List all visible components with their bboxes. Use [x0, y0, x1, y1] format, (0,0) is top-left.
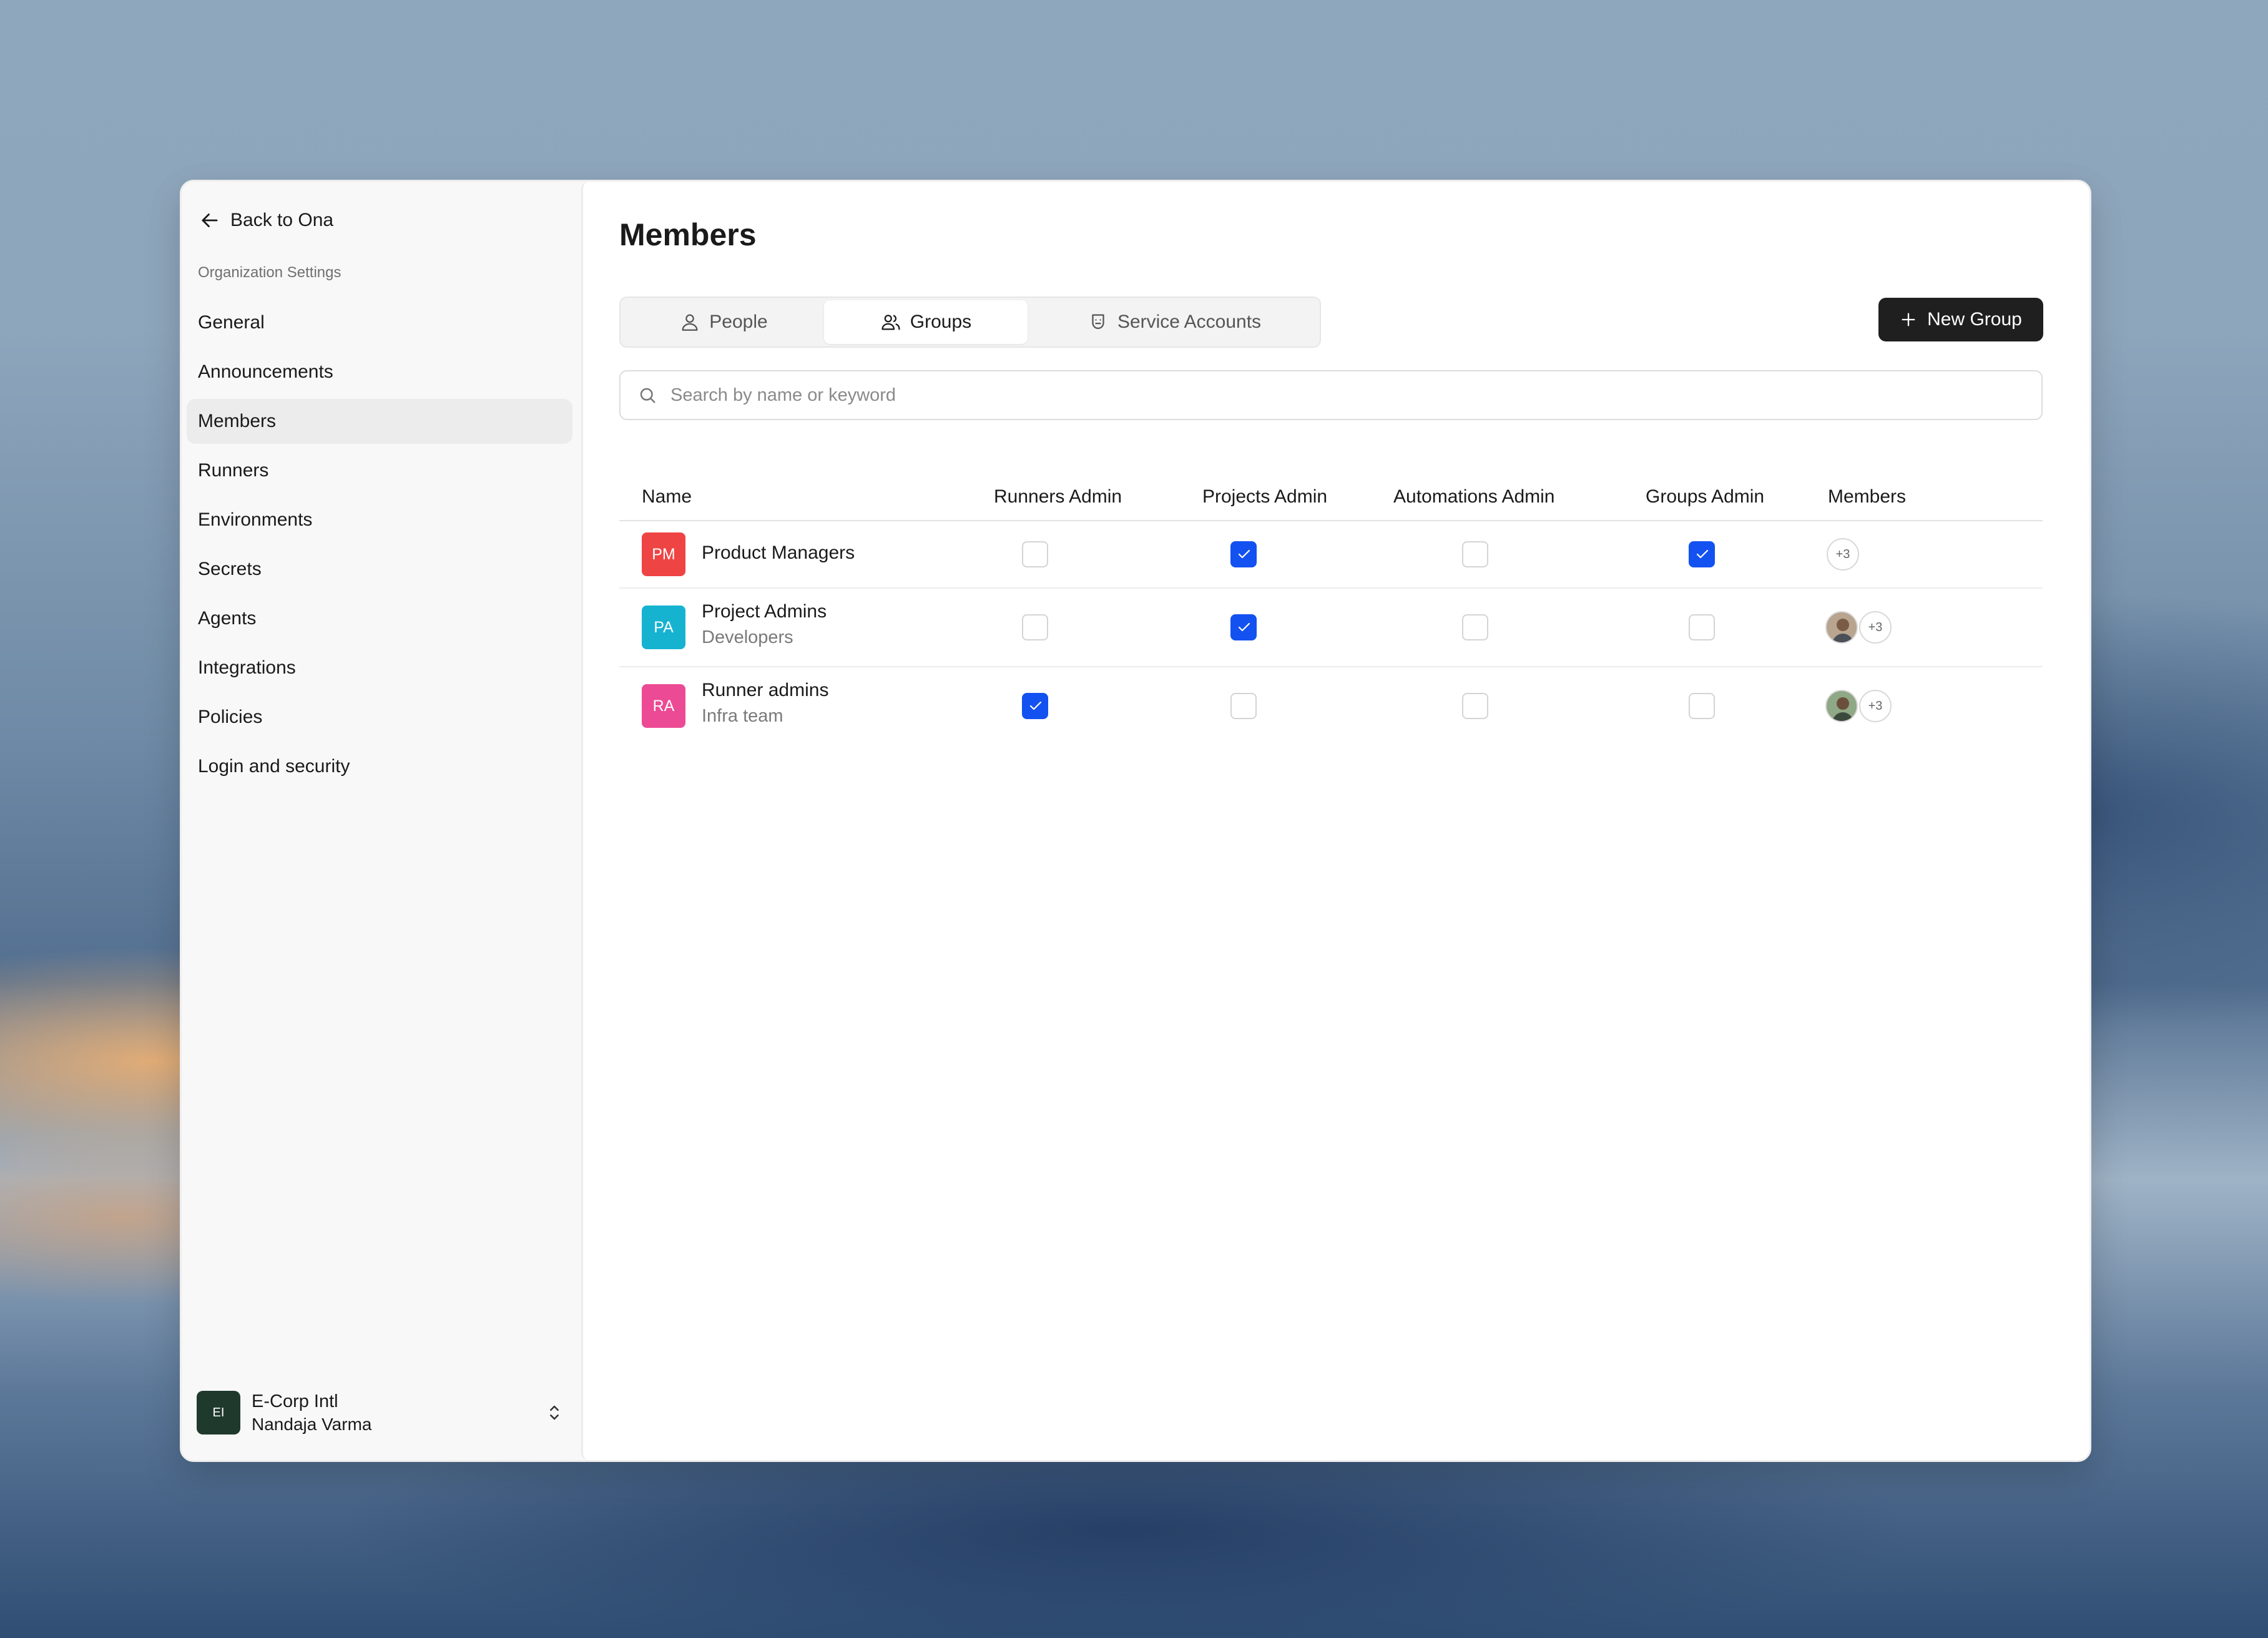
sidebar-nav: General Announcements Members Runners En… — [187, 300, 572, 793]
tab-service-accounts[interactable]: Service Accounts — [1028, 300, 1321, 344]
group-subtitle: Infra team — [702, 706, 783, 726]
group-badge: RA — [642, 684, 685, 728]
shield-bot-icon — [1092, 314, 1104, 329]
sidebar-item-label: Runners — [198, 460, 269, 481]
group-name-block: Runner admins Infra team — [702, 680, 828, 727]
sidebar-item-label: Members — [198, 411, 277, 431]
sidebar-item-announcements[interactable]: Announcements — [187, 350, 572, 395]
tab-label: People — [709, 311, 768, 332]
group-name: Project Admins — [702, 601, 827, 622]
group-name: Runner admins — [702, 680, 829, 700]
projects-admin-checkbox[interactable] — [1230, 693, 1257, 719]
projects-admin-checkbox[interactable] — [1230, 614, 1257, 640]
group-name: Product Managers — [702, 542, 855, 563]
sidebar-item-label: Integrations — [198, 657, 296, 678]
sidebar: Back to Ona Organization Settings Genera… — [182, 182, 581, 1460]
column-header-members: Members — [1828, 486, 1907, 507]
table-row[interactable]: RA Runner admins Infra team +3 — [619, 667, 2043, 745]
tab-people[interactable]: People — [623, 300, 824, 344]
group-subtitle: Developers — [702, 627, 793, 647]
tab-bar: People Groups Service Accounts — [619, 297, 1321, 348]
groups-table: Name Runners Admin Projects Admin Automa… — [619, 475, 2043, 745]
plus-icon — [1902, 313, 1915, 326]
page-title: Members — [619, 217, 757, 252]
group-name-block: Project Admins Developers — [702, 601, 827, 648]
settings-window: Back to Ona Organization Settings Genera… — [180, 180, 2091, 1462]
groups-admin-checkbox[interactable] — [1689, 614, 1715, 640]
arrow-left-icon — [202, 213, 218, 227]
table-header: Name Runners Admin Projects Admin Automa… — [619, 475, 2043, 521]
runners-admin-checkbox[interactable] — [1022, 693, 1048, 719]
new-group-button[interactable]: New Group — [1878, 298, 2043, 341]
tab-label: Groups — [910, 311, 972, 332]
org-text: E-Corp Intl Nandaja Varma — [252, 1391, 371, 1434]
groups-admin-checkbox[interactable] — [1689, 693, 1715, 719]
sidebar-item-login-security[interactable]: Login and security — [187, 744, 572, 789]
automations-admin-checkbox[interactable] — [1462, 541, 1488, 567]
new-group-label: New Group — [1927, 309, 2022, 330]
check-icon — [1029, 701, 1042, 710]
section-label: Organization Settings — [198, 264, 341, 281]
chevron-up-down-icon — [550, 1405, 559, 1420]
runners-admin-checkbox[interactable] — [1022, 541, 1048, 567]
column-header-projects-admin: Projects Admin — [1202, 486, 1328, 507]
automations-admin-checkbox[interactable] — [1462, 693, 1488, 719]
members-more-chip[interactable]: +3 — [1859, 690, 1892, 722]
group-badge: PA — [642, 606, 685, 649]
search-input[interactable] — [669, 384, 1983, 406]
search-field[interactable] — [619, 370, 2043, 420]
members-more-chip[interactable]: +3 — [1827, 538, 1859, 571]
sidebar-item-policies[interactable]: Policies — [187, 695, 572, 740]
main-content: Members People Groups Service Accounts N… — [581, 182, 2089, 1460]
table-row[interactable]: PA Project Admins Developers +3 — [619, 589, 2043, 667]
members-more-chip[interactable]: +3 — [1859, 611, 1892, 644]
sidebar-item-label: General — [198, 312, 265, 333]
groups-admin-checkbox[interactable] — [1689, 541, 1715, 567]
sidebar-item-general[interactable]: General — [187, 300, 572, 345]
back-link[interactable]: Back to Ona — [198, 202, 333, 239]
check-icon — [1238, 622, 1250, 632]
sidebar-item-label: Login and security — [198, 756, 350, 777]
avatar[interactable] — [1825, 611, 1858, 644]
check-icon — [1696, 549, 1709, 559]
search-icon — [640, 388, 655, 403]
person-avatar-icon — [1827, 691, 1857, 721]
column-header-runners-admin: Runners Admin — [994, 486, 1122, 507]
sidebar-item-label: Secrets — [198, 559, 262, 579]
sidebar-item-agents[interactable]: Agents — [187, 596, 572, 641]
table-row[interactable]: PM Product Managers +3 — [619, 521, 2043, 589]
tab-groups[interactable]: Groups — [824, 300, 1028, 344]
sidebar-item-members[interactable]: Members — [187, 399, 572, 444]
column-header-name: Name — [642, 486, 692, 507]
org-avatar: EI — [197, 1391, 240, 1434]
users-icon — [881, 315, 900, 330]
tab-label: Service Accounts — [1117, 311, 1262, 332]
org-user: Nandaja Varma — [252, 1414, 372, 1434]
sidebar-item-label: Environments — [198, 509, 313, 530]
column-header-groups-admin: Groups Admin — [1646, 486, 1765, 507]
back-link-label: Back to Ona — [230, 210, 334, 230]
sidebar-item-label: Policies — [198, 707, 263, 727]
org-switcher[interactable]: EI E-Corp Intl Nandaja Varma — [197, 1388, 565, 1438]
projects-admin-checkbox[interactable] — [1230, 541, 1257, 567]
user-icon — [682, 314, 698, 331]
check-icon — [1238, 549, 1250, 559]
sidebar-item-label: Agents — [198, 608, 257, 629]
group-badge: PM — [642, 532, 685, 576]
automations-admin-checkbox[interactable] — [1462, 614, 1488, 640]
sidebar-item-environments[interactable]: Environments — [187, 498, 572, 542]
avatar[interactable] — [1825, 690, 1858, 722]
runners-admin-checkbox[interactable] — [1022, 614, 1048, 640]
sidebar-item-secrets[interactable]: Secrets — [187, 547, 572, 592]
group-name-block: Product Managers — [702, 542, 855, 564]
sidebar-item-integrations[interactable]: Integrations — [187, 645, 572, 690]
org-name: E-Corp Intl — [252, 1391, 338, 1411]
person-avatar-icon — [1827, 612, 1857, 642]
sidebar-item-runners[interactable]: Runners — [187, 448, 572, 493]
sidebar-item-label: Announcements — [198, 361, 333, 382]
column-header-automations-admin: Automations Admin — [1393, 486, 1555, 507]
